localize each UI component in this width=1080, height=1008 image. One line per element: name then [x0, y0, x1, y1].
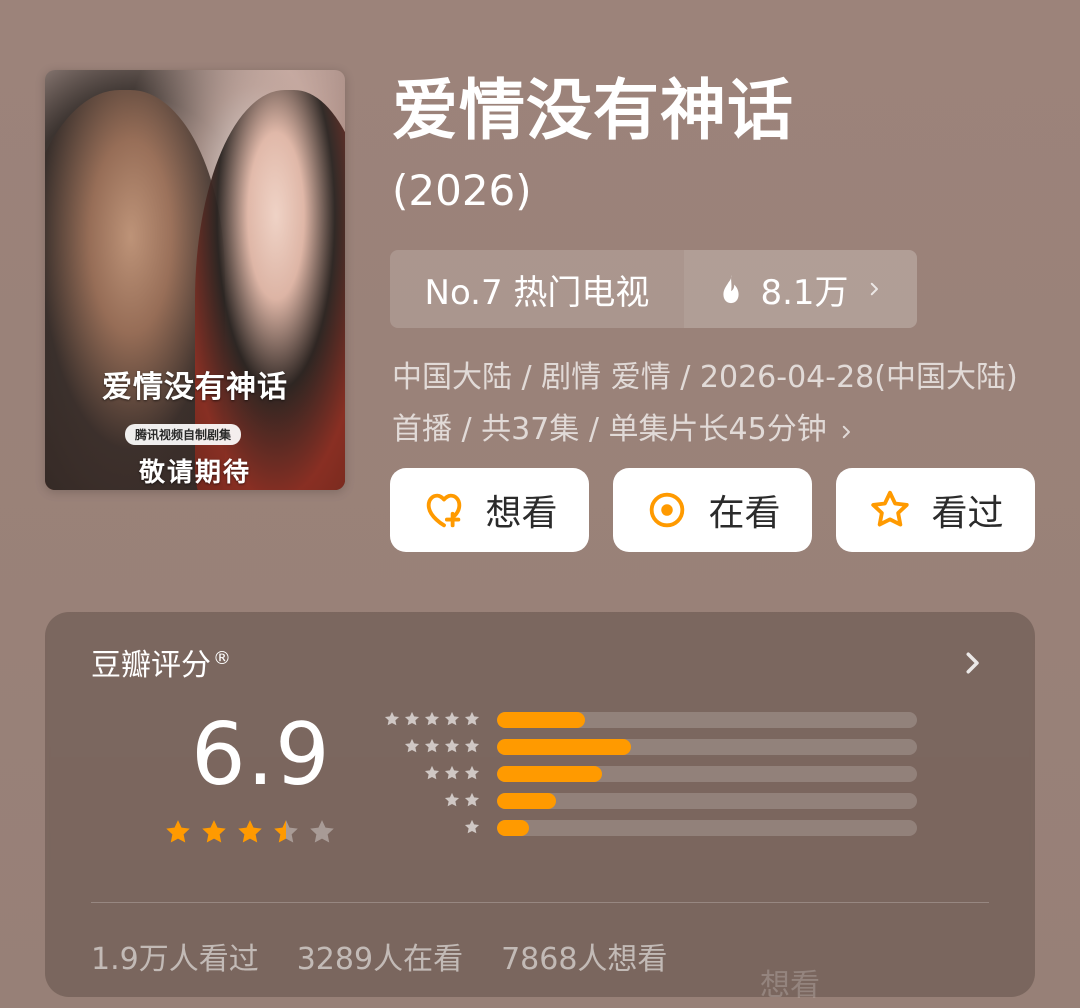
- rating-row-2: [377, 791, 937, 811]
- watched-label: 看过: [931, 493, 1004, 534]
- heat-indicator[interactable]: 8.1万: [684, 250, 917, 328]
- mini-star-icon: [464, 819, 480, 834]
- mini-star-icon: [424, 711, 440, 726]
- stat-want: 7868人想看: [501, 942, 668, 977]
- chevron-right-icon: [837, 406, 855, 458]
- mini-star-icon: [464, 738, 480, 753]
- star-outline-icon: [871, 490, 910, 527]
- want-to-watch-button[interactable]: 想看: [390, 468, 589, 552]
- rating-track-5: [497, 712, 917, 728]
- mini-star-icon: [444, 711, 460, 726]
- rank-label-text: No.7 热门电视: [424, 272, 650, 313]
- rank-pill[interactable]: No.7 热门电视 8.1万: [390, 250, 917, 328]
- watching-label: 在看: [708, 493, 781, 534]
- rating-source-label: 豆瓣评分: [91, 648, 211, 683]
- want-to-watch-label: 想看: [485, 493, 558, 534]
- heart-plus-icon: [427, 493, 462, 528]
- rating-fill-1: [497, 820, 529, 836]
- movie-detail-page: 爱情没有神话 腾讯视频自制剧集 敬请期待 爱情没有神话 (2026) No.7 …: [0, 0, 1080, 1008]
- mini-stars-3: [377, 764, 481, 784]
- rating-row-1: [377, 818, 937, 838]
- watching-button[interactable]: 在看: [613, 468, 812, 552]
- bottom-watermark: 想看: [760, 968, 820, 1003]
- rating-stars: [163, 817, 337, 847]
- rating-fill-2: [497, 793, 556, 809]
- star-empty-icon: [310, 820, 334, 843]
- rating-stats: 1.9万人看过 3289人在看 7868人想看: [91, 934, 667, 978]
- mini-star-icon: [444, 765, 460, 780]
- rating-fill-3: [497, 766, 602, 782]
- star-half-icon: [274, 820, 298, 843]
- rating-card-title: 豆瓣评分 ®: [91, 650, 231, 681]
- stat-watched: 1.9万人看过: [91, 942, 259, 977]
- rating-row-5: [377, 710, 937, 730]
- registered-mark: ®: [213, 648, 231, 669]
- mini-star-icon: [444, 738, 460, 753]
- meta-info[interactable]: 中国大陆 / 剧情 爱情 / 2026-04-28(中国大陆)首播 / 共37集…: [392, 352, 1042, 458]
- rating-fill-4: [497, 739, 632, 755]
- star-filled-icon: [238, 820, 262, 843]
- chevron-right-icon: [870, 282, 878, 296]
- rating-fill-5: [497, 712, 586, 728]
- rank-label: No.7 热门电视: [390, 250, 684, 328]
- poster-title: 爱情没有神话: [102, 370, 288, 405]
- release-year: (2026): [392, 166, 532, 215]
- mini-star-icon: [444, 792, 460, 807]
- chevron-right-icon[interactable]: [957, 648, 987, 678]
- page-title: 爱情没有神话: [392, 72, 794, 149]
- rating-score: 6.9: [191, 705, 331, 805]
- mini-star-icon: [424, 765, 440, 780]
- meta-text: 中国大陆 / 剧情 爱情 / 2026-04-28(中国大陆)首播 / 共37集…: [392, 360, 1018, 447]
- heat-value: 8.1万: [760, 272, 849, 313]
- divider: [91, 902, 989, 903]
- rating-card[interactable]: 豆瓣评分 ® 6.9 1.9万人看过 3289人在看 7868人想看: [45, 612, 1035, 997]
- mini-stars-1: [377, 818, 481, 838]
- mini-stars-5: [377, 710, 481, 730]
- target-icon: [650, 492, 685, 528]
- poster-tag: 腾讯视频自制剧集: [125, 424, 242, 445]
- stat-watching: 3289人在看: [296, 942, 464, 977]
- mini-star-icon: [424, 738, 440, 753]
- poster-image[interactable]: 爱情没有神话 腾讯视频自制剧集 敬请期待: [45, 70, 345, 490]
- action-buttons: 想看 在看 看过: [390, 468, 1035, 552]
- fire-icon: [723, 274, 740, 304]
- mini-stars-2: [377, 791, 481, 811]
- rating-row-4: [377, 737, 937, 757]
- rating-track-2: [497, 793, 917, 809]
- star-filled-icon: [166, 820, 190, 843]
- mini-stars-4: [377, 737, 481, 757]
- mini-star-icon: [404, 711, 420, 726]
- rating-row-3: [377, 764, 937, 784]
- mini-star-icon: [464, 711, 480, 726]
- rating-track-1: [497, 820, 917, 836]
- mini-star-icon: [464, 765, 480, 780]
- star-filled-icon: [202, 820, 226, 843]
- mini-star-icon: [404, 738, 420, 753]
- poster-cta: 敬请期待: [138, 458, 251, 488]
- mini-star-icon: [464, 792, 480, 807]
- rating-track-4: [497, 739, 917, 755]
- watched-button[interactable]: 看过: [836, 468, 1035, 552]
- rating-track-3: [497, 766, 917, 782]
- rating-distribution: [377, 710, 937, 850]
- mini-star-icon: [384, 711, 400, 726]
